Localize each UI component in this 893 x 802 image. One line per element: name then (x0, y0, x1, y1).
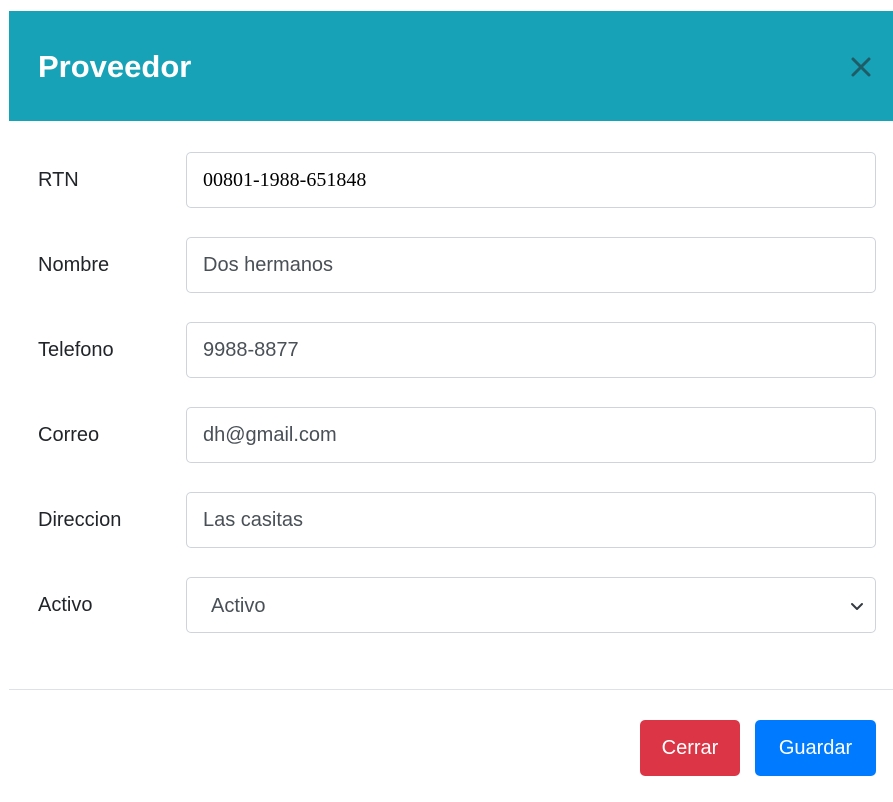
nombre-input[interactable] (186, 237, 876, 293)
modal-title: Proveedor (38, 49, 192, 84)
telefono-input[interactable] (186, 322, 876, 378)
correo-input[interactable] (186, 407, 876, 463)
footer-divider (9, 689, 893, 690)
close-icon-button[interactable] (847, 53, 875, 81)
form-row-telefono: Telefono (9, 322, 893, 378)
rtn-label: RTN (38, 169, 79, 191)
proveedor-modal: Proveedor RTN Nombre Telefono Correo Dir… (9, 11, 893, 802)
activo-label: Activo (38, 594, 93, 616)
direccion-label: Direccion (38, 509, 122, 531)
nombre-label: Nombre (38, 254, 110, 276)
form-row-rtn: RTN (9, 152, 893, 208)
activo-select[interactable]: Activo (186, 577, 876, 633)
form-row-direccion: Direccion (9, 492, 893, 548)
modal-header: Proveedor (9, 11, 893, 121)
form-row-activo: Activo Activo (9, 577, 893, 633)
form-row-correo: Correo (9, 407, 893, 463)
guardar-button[interactable]: Guardar (755, 720, 876, 776)
direccion-input[interactable] (186, 492, 876, 548)
rtn-input[interactable] (186, 152, 876, 208)
cerrar-button[interactable]: Cerrar (640, 720, 740, 776)
form-row-nombre: Nombre (9, 237, 893, 293)
correo-label: Correo (38, 424, 100, 446)
chevron-down-icon (851, 603, 863, 610)
activo-select-value: Activo (211, 595, 266, 617)
telefono-label: Telefono (38, 339, 114, 361)
close-icon (851, 57, 871, 77)
